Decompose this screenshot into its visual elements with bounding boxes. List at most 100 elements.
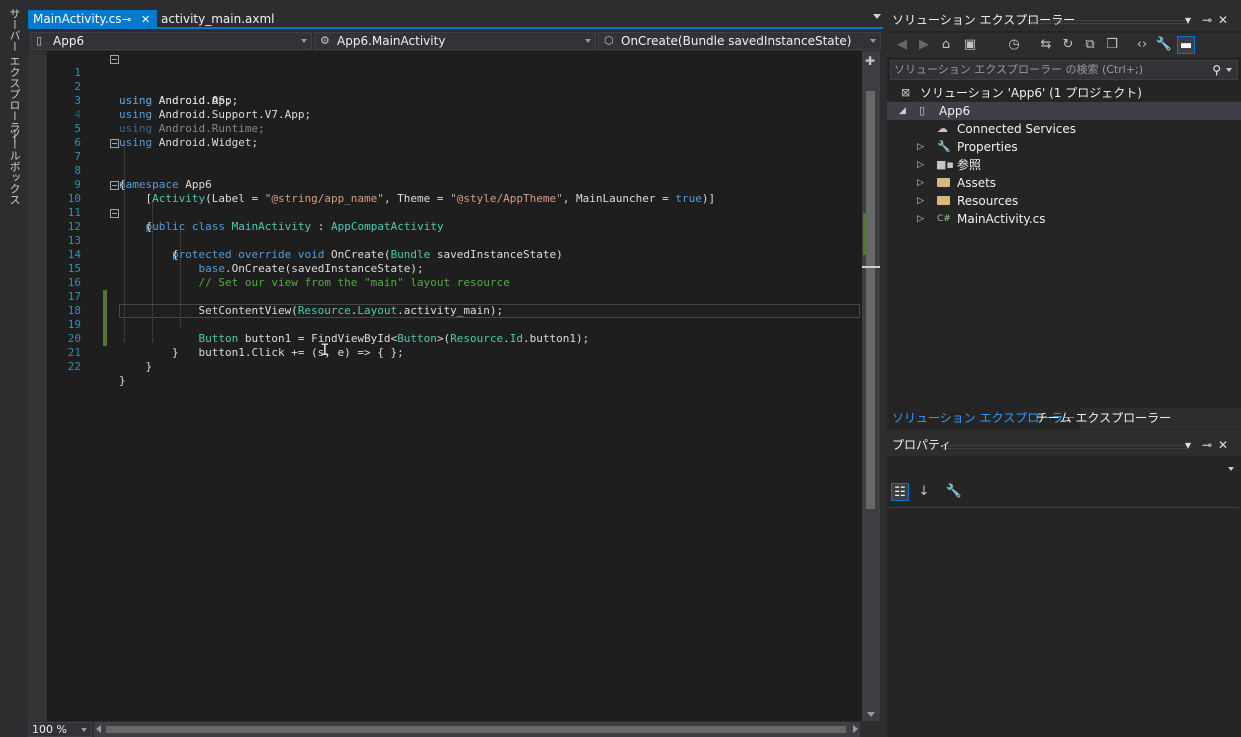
method-icon: ⬡ <box>604 34 614 47</box>
chevron-down-icon[interactable]: ▾ <box>1185 435 1191 456</box>
view-code-icon[interactable]: ‹› <box>1133 36 1151 54</box>
pin-icon[interactable]: ⊸ <box>122 10 131 29</box>
tree-item-project-app6[interactable]: ◢ ▯ App6 <box>887 102 1241 120</box>
collapsed-arrow-icon[interactable]: ▷ <box>917 192 924 210</box>
pending-changes-filter-icon[interactable]: ◷ <box>1005 36 1023 54</box>
fold-toggle[interactable] <box>110 55 119 64</box>
refresh-icon[interactable]: ↻ <box>1059 36 1077 54</box>
folder-icon <box>937 192 950 211</box>
tab-mainactivity-cs[interactable]: MainActivity.cs ⊸ ✕ <box>28 10 157 29</box>
tree-item-properties[interactable]: ▷ 🔧 Properties <box>887 138 1241 156</box>
line-number: 22 <box>67 360 81 373</box>
class-dropdown[interactable]: ⚙ App6.MainActivity <box>314 32 596 50</box>
server-explorer-tab[interactable]: サーバー エクスプローラー <box>6 8 22 144</box>
chevron-down-icon[interactable]: ▾ <box>1185 10 1191 31</box>
alphabetical-icon[interactable]: ↓ <box>915 483 933 501</box>
tree-item-mainactivity-cs[interactable]: ▷ C# MainActivity.cs <box>887 210 1241 228</box>
sync-with-document-icon[interactable]: ⇆ <box>1037 36 1055 54</box>
code-line: 1 using Android.App; <box>28 52 862 107</box>
properties-panel: プロパティ ▾ ⊸ ✕ ☷ ↓ 🔧 <box>887 435 1241 737</box>
fold-toggle[interactable] <box>110 181 119 190</box>
back-icon[interactable]: ◀ <box>893 36 911 54</box>
caret-position-marker <box>862 266 880 268</box>
categorized-icon[interactable]: ☷ <box>891 483 909 501</box>
tree-item-label: Resources <box>957 194 1019 208</box>
fold-toggle[interactable] <box>110 209 119 218</box>
solution-explorer-toolbar: ◀ ▶ ⌂ ▣ ◷ ⇆ ↻ ⧉ ❐ ‹› 🔧 ▬ <box>887 33 1241 57</box>
member-dropdown[interactable]: ⬡ OnCreate(Bundle savedInstanceState) <box>598 32 881 50</box>
object-selector-dropdown[interactable] <box>889 459 1237 477</box>
code-line: 9 [Activity(Label = "@string/app_name", … <box>28 164 862 205</box>
close-icon[interactable]: ✕ <box>1218 10 1228 31</box>
scroll-down-arrow-icon[interactable] <box>867 712 875 717</box>
chevron-down-icon[interactable] <box>1226 68 1232 72</box>
show-all-files-icon[interactable]: ❐ <box>1103 36 1121 54</box>
pin-icon[interactable]: ⊸ <box>1202 435 1212 456</box>
preview-selected-items-icon[interactable]: ▬ <box>1177 36 1195 54</box>
scrollbar-thumb[interactable] <box>106 726 846 733</box>
split-window-icon[interactable]: ✚ <box>865 54 875 68</box>
pin-icon[interactable]: ⊸ <box>1202 10 1212 31</box>
search-placeholder: ソリューション エクスプローラー の検索 (Ctrl+;) <box>894 63 1144 76</box>
tree-item-solution[interactable]: ⊠ ソリューション 'App6' (1 プロジェクト) <box>887 84 1241 102</box>
code-line: 10 public class MainActivity : AppCompat… <box>28 178 862 233</box>
home-icon[interactable]: ⌂ <box>937 36 955 54</box>
tab-activity-main-axml[interactable]: activity_main.axml <box>156 10 296 29</box>
scrollbar-thumb[interactable] <box>866 91 875 509</box>
code-line: 17 <box>28 276 862 318</box>
project-dropdown-value: App6 <box>53 34 85 48</box>
solution-icon: ⊠ <box>901 86 911 99</box>
csharp-project-icon: ▯ <box>919 104 926 117</box>
tree-item-references[interactable]: ▷ ■▪ 参照 <box>887 156 1241 174</box>
tree-item-connected-services[interactable]: ☁ Connected Services <box>887 120 1241 138</box>
properties-icon[interactable]: 🔧 <box>1155 36 1173 54</box>
tab-label: activity_main.axml <box>161 12 275 26</box>
code-line: 15 // Set our view from the "main" layou… <box>28 248 862 289</box>
cloud-icon: ☁ <box>937 122 948 135</box>
property-grid[interactable] <box>889 507 1239 737</box>
references-icon: ■▪ <box>936 158 954 171</box>
code-line: 20 } <box>28 318 862 359</box>
tree-item-label: Properties <box>957 140 1018 154</box>
tree-item-resources[interactable]: ▷ Resources <box>887 192 1241 210</box>
collapsed-arrow-icon[interactable]: ▷ <box>917 174 924 192</box>
chevron-down-icon[interactable] <box>873 14 881 19</box>
project-dropdown[interactable]: ▯ App6 <box>30 32 312 50</box>
solution-search-input[interactable]: ソリューション エクスプローラー の検索 (Ctrl+;) ⚲ <box>890 60 1238 80</box>
properties-toolbar: ☷ ↓ 🔧 <box>889 481 1239 505</box>
tree-item-assets[interactable]: ▷ Assets <box>887 174 1241 192</box>
property-pages-icon[interactable]: 🔧 <box>945 483 963 501</box>
code-editor[interactable]: 1 using Android.App; 2 using Android.OS;… <box>28 51 862 721</box>
code-line: 6 <box>28 122 862 149</box>
tree-item-label: MainActivity.cs <box>957 212 1046 226</box>
close-icon[interactable]: ✕ <box>1218 435 1228 456</box>
code-line: 13 { <box>28 220 862 261</box>
close-icon[interactable]: ✕ <box>141 10 150 29</box>
collapsed-arrow-icon[interactable]: ▷ <box>917 210 924 228</box>
code-line: 3 using Android.Support.V7.App; <box>28 80 862 121</box>
change-map-marker <box>863 213 867 255</box>
zoom-value: 100 % <box>32 723 67 736</box>
fold-toggle[interactable] <box>110 139 119 148</box>
expanded-arrow-icon[interactable]: ◢ <box>899 102 906 120</box>
code-line: 8 { <box>28 150 862 191</box>
collapsed-arrow-icon[interactable]: ▷ <box>917 156 924 174</box>
code-line: 14 base.OnCreate(savedInstanceState); <box>28 234 862 275</box>
editor-horizontal-scrollbar[interactable] <box>94 722 860 737</box>
tree-item-label: Connected Services <box>957 122 1077 136</box>
search-icon[interactable]: ⚲ <box>1212 61 1221 79</box>
collapse-all-icon[interactable]: ⧉ <box>1081 36 1099 54</box>
toolbox-tab[interactable]: ツールボックス <box>6 128 22 205</box>
editor-vertical-scrollbar[interactable]: ✚ <box>862 51 880 721</box>
scroll-left-arrow-icon[interactable] <box>96 725 101 733</box>
forward-icon[interactable]: ▶ <box>915 36 933 54</box>
scroll-right-arrow-icon[interactable] <box>853 725 858 733</box>
switch-views-icon[interactable]: ▣ <box>961 36 979 54</box>
tree-item-label: 参照 <box>957 158 982 172</box>
tab-team-explorer[interactable]: チーム エクスプローラー <box>1031 408 1176 429</box>
document-tab-bar: MainActivity.cs ⊸ ✕ activity_main.axml <box>28 10 883 29</box>
zoom-dropdown[interactable]: 100 % <box>28 722 92 737</box>
collapsed-arrow-icon[interactable]: ▷ <box>917 138 924 156</box>
left-tool-strip: サーバー エクスプローラー ツールボックス <box>0 0 27 737</box>
member-dropdown-value: OnCreate(Bundle savedInstanceState) <box>621 34 852 48</box>
